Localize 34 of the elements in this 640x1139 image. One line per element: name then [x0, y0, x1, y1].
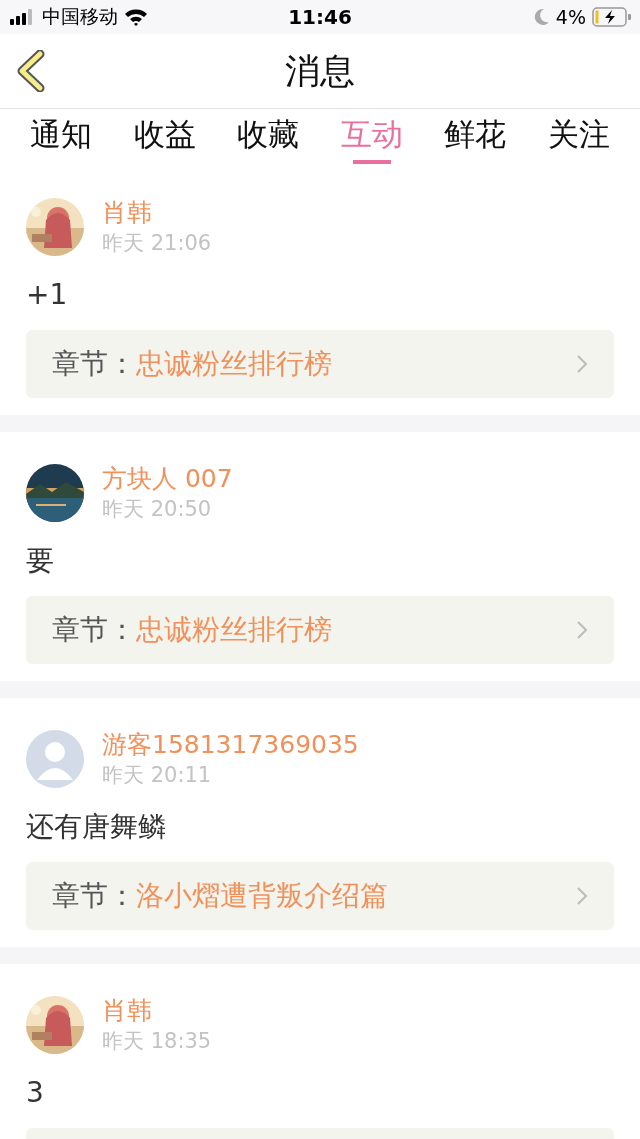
- message-time: 昨天 21:06: [102, 230, 212, 256]
- chapter-title: 忠诚粉丝排行榜: [136, 346, 333, 382]
- chevron-right-icon: [576, 354, 588, 374]
- message-text: 还有唐舞鳞: [26, 810, 167, 844]
- message-text: 要: [26, 544, 55, 578]
- chevron-right-icon: [576, 886, 588, 906]
- tab[interactable]: 收益: [129, 109, 200, 164]
- tab[interactable]: 关注: [543, 109, 614, 164]
- page-title: 消息: [285, 49, 355, 93]
- chapter-label: 章节：: [52, 878, 136, 914]
- message-time: 昨天 20:50: [102, 496, 213, 522]
- message-time: 昨天 20:11: [102, 762, 213, 788]
- chapter-link[interactable]: 章节：忠诚粉丝排行榜: [26, 330, 614, 398]
- chapter-link[interactable]: 章节：洛小熠遭背叛介绍篇: [26, 862, 614, 930]
- back-chevron-icon[interactable]: [16, 50, 46, 92]
- carrier-name: 中国移动: [42, 4, 118, 29]
- tab[interactable]: 通知: [26, 109, 96, 164]
- battery-percent: 4%: [555, 6, 586, 28]
- chapter-link[interactable]: 章节：忠诚粉丝排行榜: [26, 596, 614, 664]
- tab[interactable]: 收藏: [233, 109, 304, 164]
- tab[interactable]: 鲜花: [440, 109, 511, 164]
- message-time: 昨天 18:35: [102, 1028, 212, 1054]
- message-text: 3: [26, 1076, 45, 1110]
- wifi-icon: [124, 8, 148, 26]
- chevron-right-icon: [576, 620, 588, 640]
- battery-charging-icon: [592, 7, 632, 27]
- chapter-label: 章节：: [52, 612, 136, 648]
- clock-time: 11:46: [288, 5, 352, 29]
- message-text: +1: [26, 278, 69, 312]
- chapter-label: 章节：: [52, 346, 136, 382]
- user-silhouette-icon: [26, 730, 84, 788]
- moon-icon: [533, 8, 550, 26]
- chapter-title: 洛小熠遭背叛介绍篇: [136, 878, 389, 914]
- chapter-title: 忠诚粉丝排行榜: [136, 612, 333, 648]
